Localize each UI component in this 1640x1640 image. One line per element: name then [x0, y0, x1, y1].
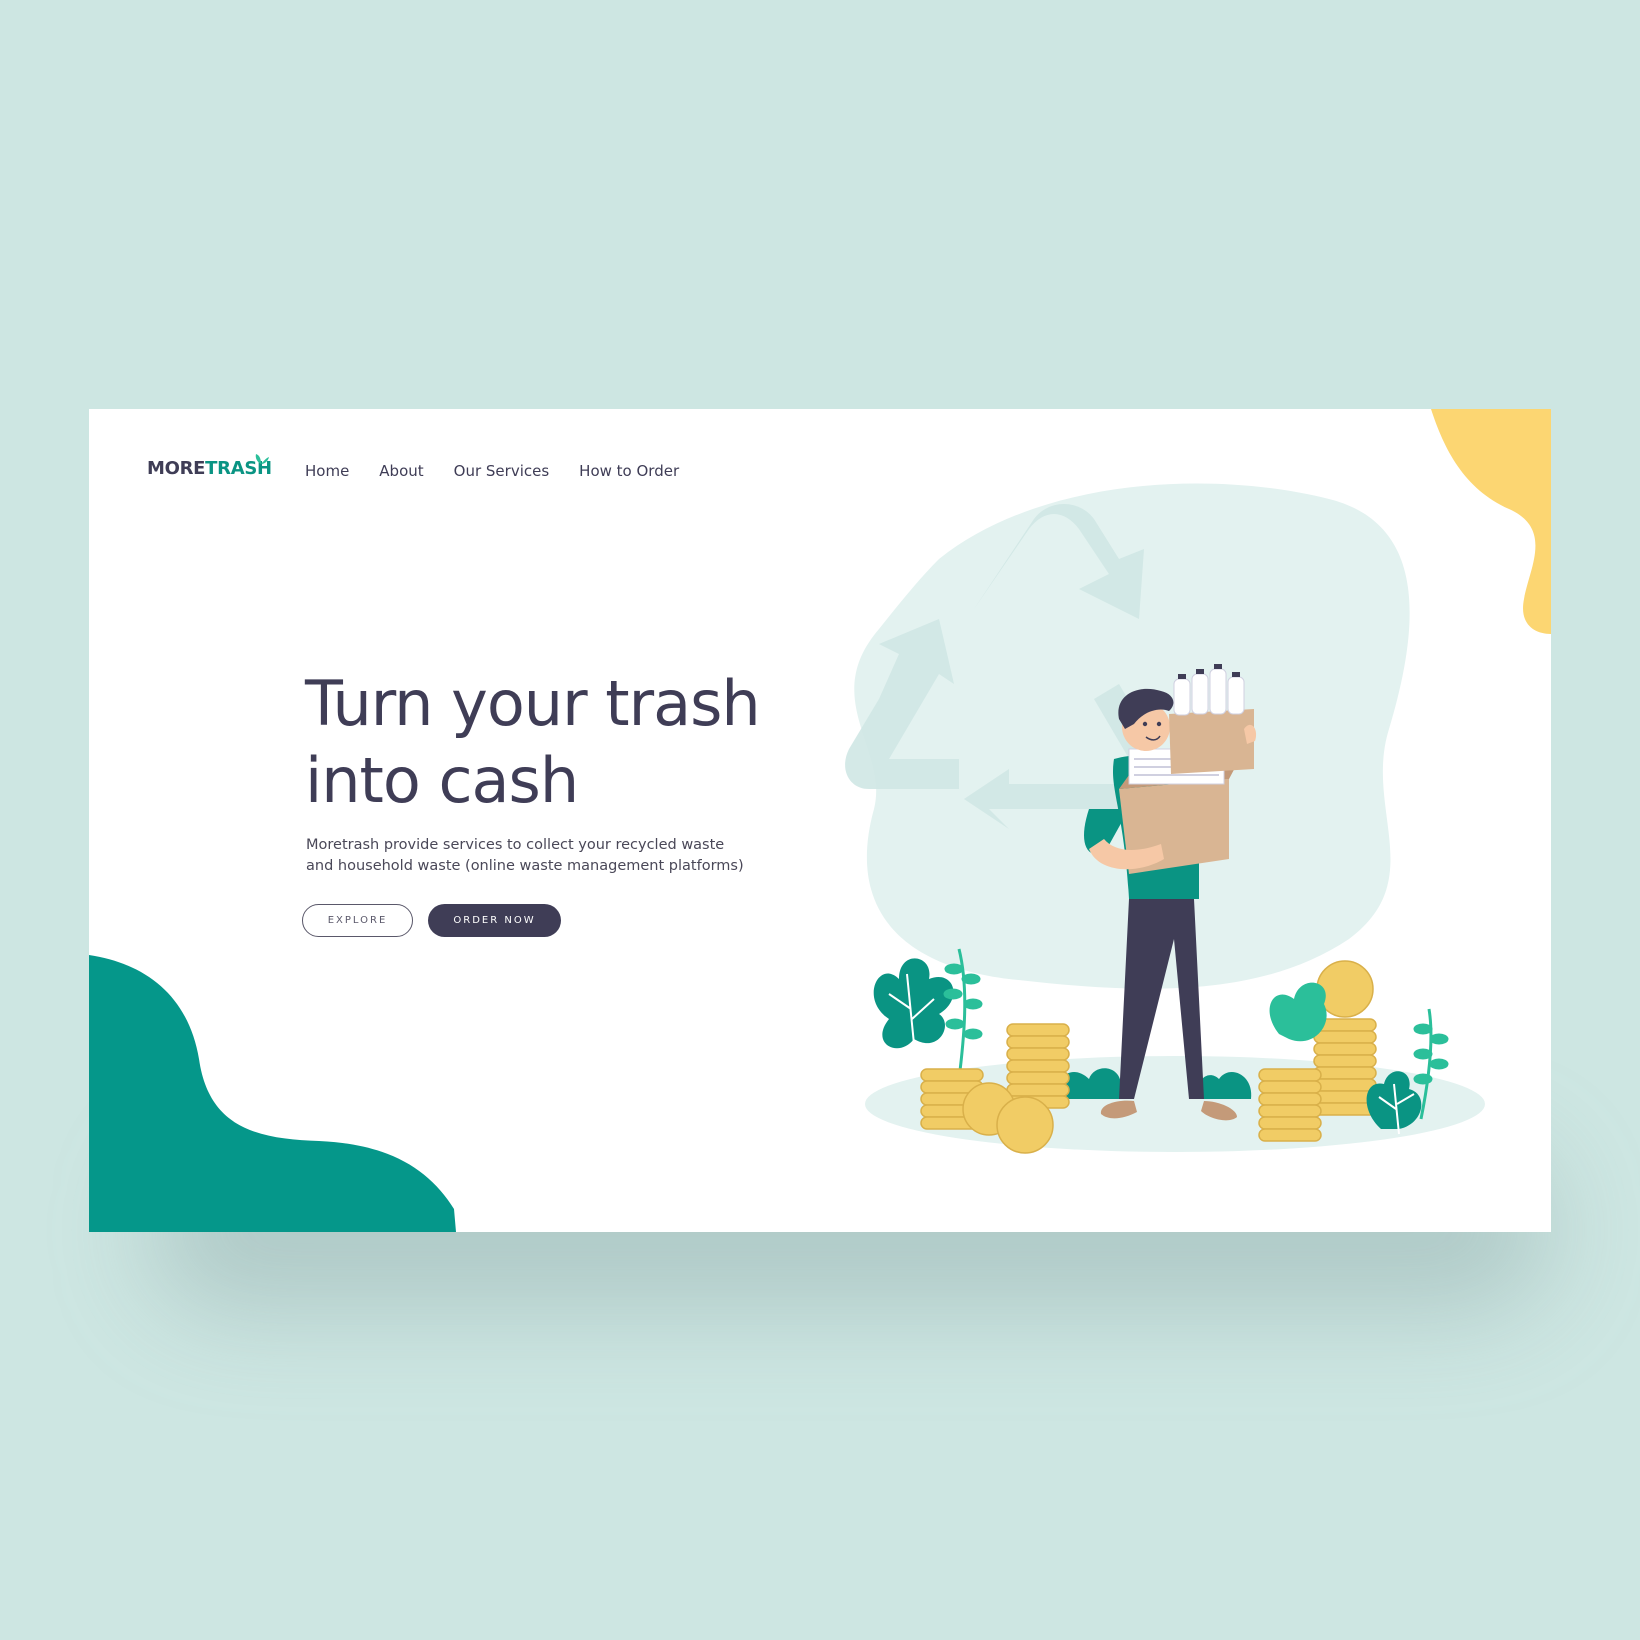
hero-title: Turn your trash into cash	[305, 665, 825, 819]
box-upper	[1169, 709, 1254, 774]
hero-title-line1: Turn your trash	[305, 667, 761, 740]
order-now-button[interactable]: ORDER NOW	[428, 904, 561, 937]
landing-page-card: MORE TRASH Home About Our Services How to…	[89, 409, 1551, 1232]
nav-item-about[interactable]: About	[379, 462, 423, 480]
main-nav: Home About Our Services How to Order	[305, 462, 679, 480]
brand-name-more: MORE	[147, 458, 206, 479]
explore-button[interactable]: EXPLORE	[302, 904, 413, 937]
hero-description: Moretrash provide services to collect yo…	[306, 837, 744, 874]
leaf-icon	[255, 454, 269, 464]
hero-illustration	[845, 483, 1485, 1154]
leaf-plant-left	[873, 958, 954, 1049]
brand-logo[interactable]: MORE TRASH	[147, 454, 272, 484]
hero-title-line2: into cash	[305, 744, 579, 817]
green-blob	[89, 955, 456, 1232]
nav-item-home[interactable]: Home	[305, 462, 349, 480]
nav-item-how-to-order[interactable]: How to Order	[579, 462, 679, 480]
nav-item-our-services[interactable]: Our Services	[454, 462, 550, 480]
